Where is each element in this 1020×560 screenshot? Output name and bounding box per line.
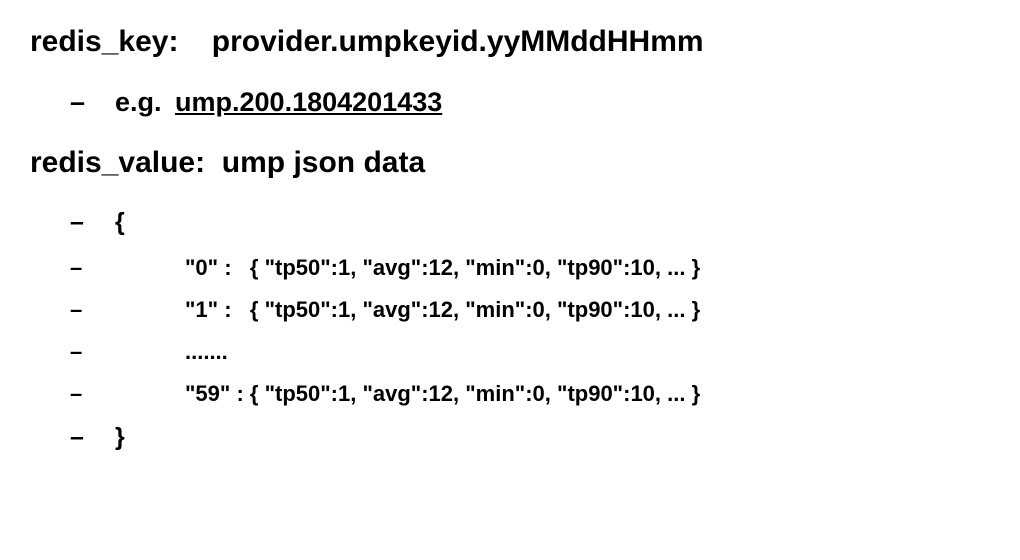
json-key-1: "1" (185, 297, 218, 322)
json-entry-1: –"1" : { "tp50":1, "avg":12, "min":0, "t… (70, 297, 990, 323)
example-value: ump.200.1804201433 (175, 87, 442, 117)
redis-key-example-line: –e.g. ump.200.1804201433 (70, 87, 990, 118)
dash-bullet: – (70, 208, 115, 237)
json-val-0: { "tp50":1, "avg":12, "min":0, "tp90":10… (250, 255, 700, 280)
dash-bullet: – (70, 87, 115, 118)
json-close-brace: –} (70, 423, 990, 452)
example-prefix: e.g. (115, 87, 162, 118)
redis-value-heading: redis_value: ump json data (30, 146, 990, 180)
redis-value-label: redis_value (30, 146, 195, 180)
json-key-0: "0" (185, 255, 218, 280)
json-open-brace: –{ (70, 208, 990, 237)
json-code-block: –{ –"0" : { "tp50":1, "avg":12, "min":0,… (70, 208, 990, 452)
redis-key-label: redis_key (30, 25, 168, 59)
colon: : (195, 146, 205, 179)
json-entry-0: –"0" : { "tp50":1, "avg":12, "min":0, "t… (70, 255, 990, 281)
redis-key-heading: redis_key: provider.umpkeyid.yyMMddHHmm (30, 25, 990, 59)
redis-key-format: provider.umpkeyid.yyMMddHHmm (212, 25, 704, 59)
json-ellipsis: ....... (185, 339, 228, 365)
dash-bullet: – (70, 381, 115, 407)
redis-value-description: ump json data (222, 146, 425, 180)
json-ellipsis-line: –....... (70, 339, 990, 365)
json-val-59: { "tp50":1, "avg":12, "min":0, "tp90":10… (250, 381, 700, 406)
colon: : (168, 25, 178, 58)
dash-bullet: – (70, 297, 115, 323)
json-entry-59: –"59" : { "tp50":1, "avg":12, "min":0, "… (70, 381, 990, 407)
json-key-59: "59" (185, 381, 230, 406)
dash-bullet: – (70, 255, 115, 281)
dash-bullet: – (70, 339, 115, 365)
json-val-1: { "tp50":1, "avg":12, "min":0, "tp90":10… (250, 297, 700, 322)
dash-bullet: – (70, 423, 115, 452)
